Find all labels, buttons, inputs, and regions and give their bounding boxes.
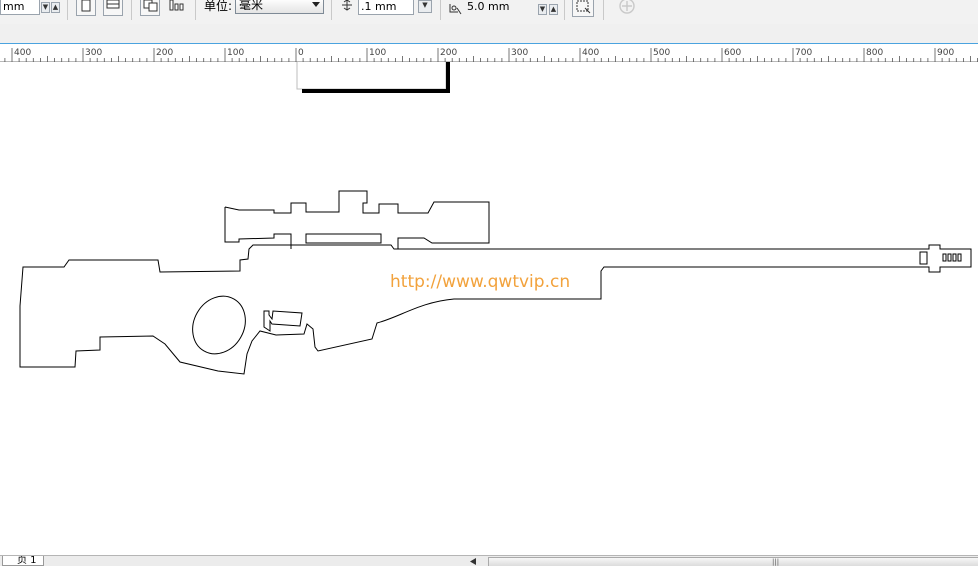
muzzle-slot[interactable] (919, 251, 928, 265)
current-page-icon (169, 0, 184, 11)
pages-icon (143, 0, 158, 12)
treat-as-filled-button[interactable] (572, 0, 594, 17)
landscape-icon (106, 0, 120, 9)
ruler-label: 800 (866, 48, 883, 58)
all-pages-button[interactable] (140, 0, 160, 16)
nudge-dropdown-icon[interactable]: ▼ (418, 0, 432, 13)
ruler-label: 300 (85, 48, 102, 58)
muzzle-slot[interactable] (952, 253, 957, 262)
spin-up-icon[interactable]: ▲ (549, 4, 558, 15)
nudge-distance-field[interactable]: .1 mm (358, 0, 414, 15)
add-icon[interactable] (618, 0, 636, 15)
ruler-label: 400 (14, 48, 31, 58)
ruler-label: 200 (156, 48, 173, 58)
spin-down-icon[interactable]: ▼ (41, 2, 50, 13)
current-page-button[interactable] (168, 0, 188, 16)
page-border (296, 62, 450, 93)
selection-icon (576, 0, 591, 14)
scope-bar[interactable] (305, 233, 382, 244)
duplicate-distance-field[interactable]: 5.0 mm (465, 0, 537, 15)
ruler-label: 0 (298, 48, 304, 58)
ruler-label: 400 (582, 48, 599, 58)
ruler-label: 200 (440, 48, 457, 58)
nudge-icon (342, 0, 352, 11)
duplicate-distance-icon (449, 4, 462, 15)
property-bar-row: mm ▼ ▲ 单位: 毫米 .1 mm ▼ 5.0 mm ▼ ▲ (0, 0, 978, 20)
spin-up-icon[interactable]: ▲ (51, 2, 60, 13)
ruler-label: 700 (795, 48, 812, 58)
toolbar-separator (564, 0, 565, 20)
unit-select-value: 毫米 (239, 0, 264, 12)
ruler-label: 300 (511, 48, 528, 58)
toolbar-separator (131, 0, 132, 20)
portrait-orientation-button[interactable] (76, 0, 96, 16)
drawing-canvas[interactable]: http://www.qwtvip.cn (0, 62, 978, 555)
ruler-label: 500 (653, 48, 670, 58)
ruler-label: 100 (227, 48, 244, 58)
muzzle-slot[interactable] (957, 253, 962, 262)
trigger[interactable] (263, 310, 303, 332)
spin-down-icon[interactable]: ▼ (538, 4, 547, 15)
toolbar-separator (331, 0, 332, 20)
ruler-label: 100 (369, 48, 386, 58)
rifle-body[interactable] (19, 244, 972, 375)
toolbar-band (0, 24, 978, 43)
chevron-down-icon (312, 2, 320, 7)
width-unit-field[interactable]: mm (0, 0, 40, 15)
trigger-hole[interactable] (182, 287, 255, 364)
ruler-label: 900 (937, 48, 954, 58)
unit-select[interactable]: 毫米 (235, 0, 324, 14)
ruler-ticks: 400 300 200 100 0 100 200 300 400 500 600 700 800 900 (4, 48, 978, 62)
landscape-orientation-button[interactable] (103, 0, 123, 16)
toolbar-separator (195, 0, 196, 20)
watermark-text: http://www.qwtvip.cn (390, 272, 571, 292)
drawing-surface (19, 62, 972, 375)
ruler-label: 600 (724, 48, 741, 58)
toolbar-separator (603, 0, 604, 20)
horizontal-ruler[interactable]: 400 300 200 100 0 100 200 300 400 500 600 700 800 900 (0, 43, 978, 62)
portrait-icon (81, 0, 91, 12)
bottom-bar: 页 1 ||| (0, 555, 978, 566)
unit-label: 单位: (204, 0, 233, 13)
toolbar-separator (440, 0, 441, 20)
toolbar-separator (67, 0, 68, 20)
property-bar: mm ▼ ▲ 单位: 毫米 .1 mm ▼ 5.0 mm ▼ ▲ (0, 0, 978, 25)
muzzle-slot[interactable] (947, 253, 952, 262)
muzzle-slot[interactable] (942, 253, 947, 262)
rifle-scope[interactable] (224, 190, 490, 249)
